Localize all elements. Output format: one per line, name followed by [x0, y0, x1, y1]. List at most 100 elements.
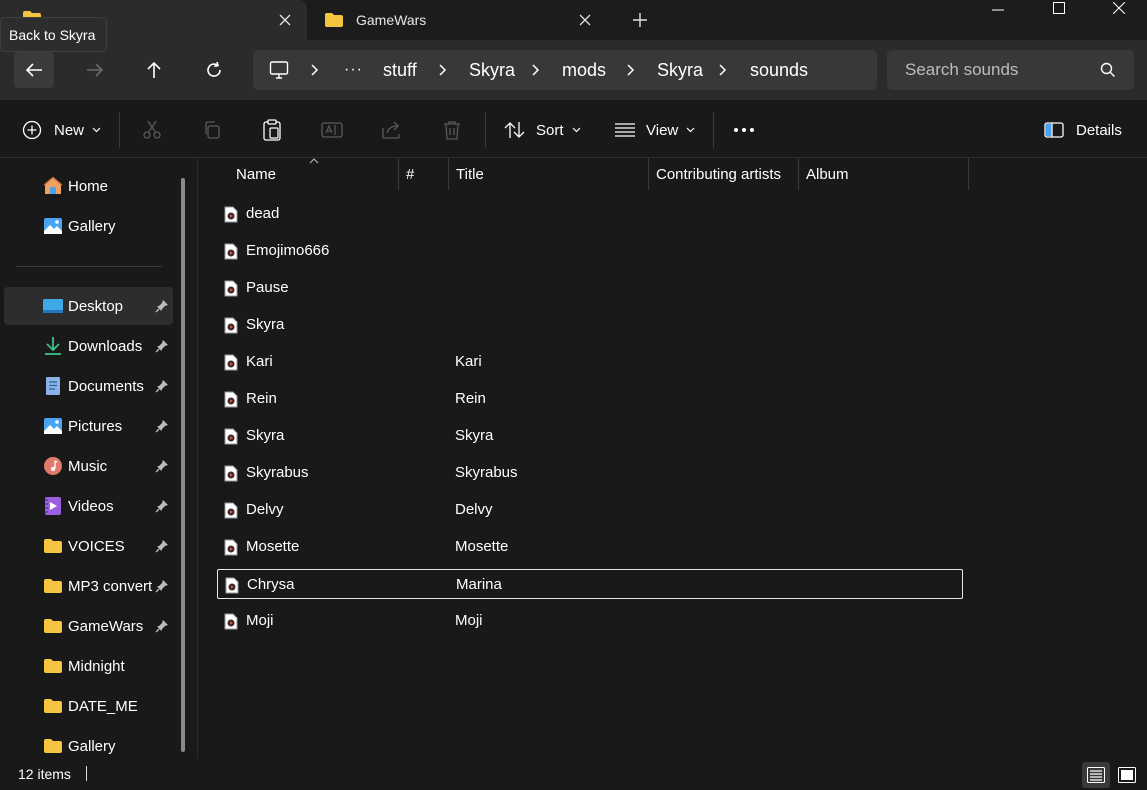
- audio-file-icon: [224, 428, 238, 445]
- search-input[interactable]: [905, 60, 1095, 80]
- pin-icon[interactable]: [155, 419, 169, 433]
- folder-icon: [42, 736, 64, 756]
- file-row[interactable]: Emojimo666: [217, 236, 963, 266]
- column-divider[interactable]: [448, 158, 449, 190]
- back-button[interactable]: [14, 52, 54, 88]
- details-view-button[interactable]: [1082, 762, 1110, 788]
- new-button[interactable]: New: [22, 114, 101, 146]
- audio-file-icon: [225, 577, 239, 594]
- maximize-button[interactable]: [1036, 0, 1082, 19]
- breadcrumb-item[interactable]: Skyra: [657, 50, 703, 90]
- search-box[interactable]: [887, 50, 1134, 90]
- tab-gamewars[interactable]: GameWars: [310, 0, 610, 40]
- sidebar-item-label: DATE_ME: [68, 697, 138, 715]
- file-title: Kari: [455, 353, 482, 370]
- column-divider[interactable]: [398, 158, 399, 190]
- pin-icon[interactable]: [155, 299, 169, 313]
- sidebar-item-videos[interactable]: Videos: [4, 487, 173, 525]
- sidebar-item-home[interactable]: Home: [4, 167, 173, 205]
- chevron-right-icon: [311, 50, 319, 90]
- tab-close-button[interactable]: [270, 5, 300, 35]
- sort-button[interactable]: Sort: [504, 114, 581, 146]
- pin-icon[interactable]: [155, 379, 169, 393]
- file-list: Name # Title Contributing artists Album …: [199, 158, 1147, 758]
- column-divider[interactable]: [648, 158, 649, 190]
- file-row[interactable]: Delvy Delvy: [217, 495, 963, 525]
- sidebar-item-mp3-converter[interactable]: MP3 converter: [4, 567, 173, 605]
- audio-file-icon: [224, 206, 238, 223]
- folder-icon: [42, 696, 64, 716]
- sidebar-item-downloads[interactable]: Downloads: [4, 327, 173, 365]
- file-row[interactable]: Moji Moji: [217, 606, 963, 636]
- clipboard-icon: [263, 119, 281, 141]
- paste-button[interactable]: [260, 118, 284, 142]
- sort-label: Sort: [536, 121, 564, 139]
- sidebar-item-gallery[interactable]: Gallery: [4, 207, 173, 245]
- file-row[interactable]: Skyra Skyra: [217, 421, 963, 451]
- column-divider[interactable]: [968, 158, 969, 190]
- file-row[interactable]: Pause: [217, 273, 963, 303]
- details-label: Details: [1076, 121, 1122, 139]
- folder-icon: [42, 616, 64, 636]
- file-row[interactable]: Mosette Mosette: [217, 532, 963, 562]
- file-name: Emojimo666: [246, 242, 330, 259]
- sidebar-item-documents[interactable]: Documents: [4, 367, 173, 405]
- more-options-button[interactable]: [732, 118, 756, 142]
- column-divider[interactable]: [798, 158, 799, 190]
- audio-file-icon: [224, 502, 238, 519]
- sidebar-item-label: Home: [68, 177, 109, 195]
- pin-icon[interactable]: [155, 339, 169, 353]
- breadcrumb-item[interactable]: stuff: [383, 50, 417, 90]
- pin-icon[interactable]: [155, 499, 169, 513]
- breadcrumb-current[interactable]: sounds: [750, 50, 808, 90]
- copy-button[interactable]: [200, 118, 224, 142]
- details-pane-button[interactable]: Details: [1044, 114, 1122, 146]
- sidebar-item-pictures[interactable]: Pictures: [4, 407, 173, 445]
- breadcrumb-overflow[interactable]: ···: [344, 50, 363, 90]
- delete-button[interactable]: [440, 118, 464, 142]
- column-header-album[interactable]: Album: [806, 158, 849, 190]
- up-button[interactable]: [134, 52, 174, 88]
- file-title: Marina: [456, 576, 502, 593]
- pin-icon[interactable]: [155, 579, 169, 593]
- sidebar-item-music[interactable]: Music: [4, 447, 173, 485]
- new-tab-button[interactable]: [625, 5, 655, 35]
- file-row[interactable]: dead: [217, 199, 963, 229]
- large-icons-view-button[interactable]: [1113, 762, 1141, 788]
- file-row[interactable]: Skyrabus Skyrabus: [217, 458, 963, 488]
- refresh-button[interactable]: [194, 52, 234, 88]
- minimize-button[interactable]: [975, 0, 1021, 20]
- share-button[interactable]: [380, 118, 404, 142]
- gallery-icon: [42, 216, 64, 236]
- file-row[interactable]: Rein Rein: [217, 384, 963, 414]
- file-row[interactable]: Chrysa Marina: [217, 569, 963, 599]
- breadcrumb-item[interactable]: mods: [562, 50, 606, 90]
- breadcrumb-item[interactable]: Skyra: [469, 50, 515, 90]
- view-button[interactable]: View: [614, 114, 695, 146]
- sidebar-item-label: Pictures: [68, 417, 123, 435]
- pin-icon[interactable]: [155, 619, 169, 633]
- tab-close-button[interactable]: [570, 5, 600, 35]
- file-row[interactable]: Skyra: [217, 310, 963, 340]
- file-row[interactable]: Kari Kari: [217, 347, 963, 377]
- arrow-up-icon: [147, 61, 161, 78]
- column-header-artists[interactable]: Contributing artists: [656, 158, 781, 190]
- back-tooltip: Back to Skyra: [0, 17, 107, 52]
- pin-icon[interactable]: [155, 539, 169, 553]
- address-bar[interactable]: ··· stuff Skyra mods Skyra sounds: [253, 50, 877, 90]
- column-header-number[interactable]: #: [406, 158, 414, 190]
- rename-button[interactable]: [320, 118, 344, 142]
- sidebar-item-voices[interactable]: VOICES: [4, 527, 173, 565]
- sidebar-item-date-me[interactable]: DATE_ME: [4, 687, 173, 725]
- toolbar-divider: [485, 112, 486, 148]
- sidebar-scrollbar[interactable]: [181, 178, 185, 752]
- column-header-name[interactable]: Name: [236, 158, 276, 190]
- sidebar-item-midnight[interactable]: Midnight: [4, 647, 173, 685]
- forward-button[interactable]: [75, 52, 115, 88]
- close-window-button[interactable]: [1096, 0, 1142, 19]
- sidebar-item-gamewars[interactable]: GameWars: [4, 607, 173, 645]
- pin-icon[interactable]: [155, 459, 169, 473]
- cut-button[interactable]: [140, 118, 164, 142]
- column-header-title[interactable]: Title: [456, 158, 484, 190]
- sidebar-item-desktop[interactable]: Desktop: [4, 287, 173, 325]
